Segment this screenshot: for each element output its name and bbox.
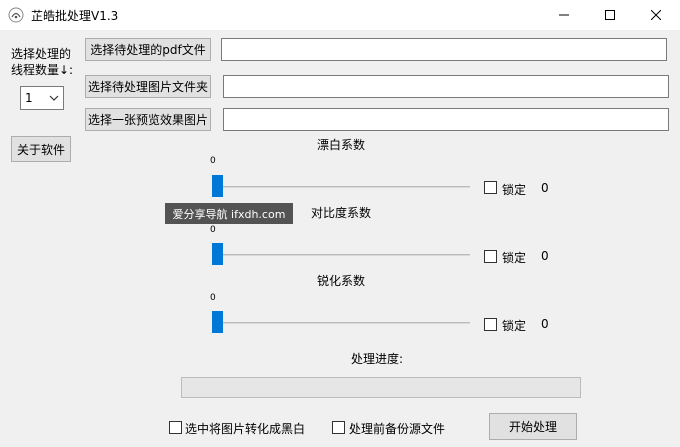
sharpen-slider-track[interactable] xyxy=(214,322,470,324)
contrast-value: 0 xyxy=(541,249,549,263)
select-image-folder-button[interactable]: 选择待处理图片文件夹 xyxy=(85,75,211,98)
sharpen-min-label: 0 xyxy=(210,293,216,303)
sharpen-value: 0 xyxy=(541,317,549,331)
bleach-slider-thumb[interactable] xyxy=(212,175,223,197)
convert-bw-label: 选中将图片转化成黑白 xyxy=(185,422,306,436)
bleach-lock-label: 锁定 xyxy=(502,183,527,197)
sharpen-lock-checkbox[interactable] xyxy=(484,318,497,331)
about-button[interactable]: 关于软件 xyxy=(11,136,71,162)
backup-label: 处理前备份源文件 xyxy=(349,422,446,436)
bleach-lock-checkbox[interactable] xyxy=(484,181,497,194)
pdf-path-input[interactable] xyxy=(221,38,667,61)
app-logo-icon xyxy=(8,7,24,23)
contrast-slider-track[interactable] xyxy=(214,254,470,256)
select-pdf-button[interactable]: 选择待处理的pdf文件 xyxy=(85,38,211,61)
backup-checkbox[interactable] xyxy=(332,421,345,434)
minimize-button[interactable] xyxy=(541,0,587,30)
bleach-title: 漂白系数 xyxy=(317,138,366,152)
select-preview-image-button[interactable]: 选择一张预览效果图片 xyxy=(85,108,211,131)
thread-label-line1: 选择处理的 xyxy=(11,47,72,61)
sharpen-slider-thumb[interactable] xyxy=(212,311,223,333)
title-bar[interactable]: 芷皓批处理V1.3 xyxy=(0,0,680,30)
bleach-slider-track[interactable] xyxy=(214,186,470,188)
start-processing-button[interactable]: 开始处理 xyxy=(489,413,577,440)
chevron-down-icon xyxy=(49,95,59,101)
maximize-icon xyxy=(605,10,615,20)
convert-bw-checkbox[interactable] xyxy=(169,421,182,434)
thread-count-value: 1 xyxy=(25,91,33,105)
thread-count-select[interactable]: 1 xyxy=(20,86,64,110)
contrast-lock-label: 锁定 xyxy=(502,251,527,265)
maximize-button[interactable] xyxy=(587,0,633,30)
sharpen-title: 锐化系数 xyxy=(317,274,366,288)
progress-bar xyxy=(181,377,581,398)
watermark-overlay: 爱分享导航 ifxdh.com xyxy=(165,203,293,224)
progress-label: 处理进度: xyxy=(351,352,404,366)
bleach-min-label: 0 xyxy=(210,156,216,166)
bleach-value: 0 xyxy=(541,181,549,195)
contrast-lock-checkbox[interactable] xyxy=(484,250,497,263)
image-folder-path-input[interactable] xyxy=(223,75,669,98)
contrast-slider-thumb[interactable] xyxy=(212,243,223,265)
thread-label-line2: 线程数量↓: xyxy=(11,63,74,77)
preview-image-path-input[interactable] xyxy=(223,108,669,131)
close-button[interactable] xyxy=(633,0,679,30)
sharpen-lock-label: 锁定 xyxy=(502,319,527,333)
close-icon xyxy=(651,10,661,20)
window-title: 芷皓批处理V1.3 xyxy=(31,9,119,23)
contrast-title: 对比度系数 xyxy=(311,206,372,220)
minimize-icon xyxy=(559,14,569,16)
contrast-min-label: 0 xyxy=(210,225,216,235)
